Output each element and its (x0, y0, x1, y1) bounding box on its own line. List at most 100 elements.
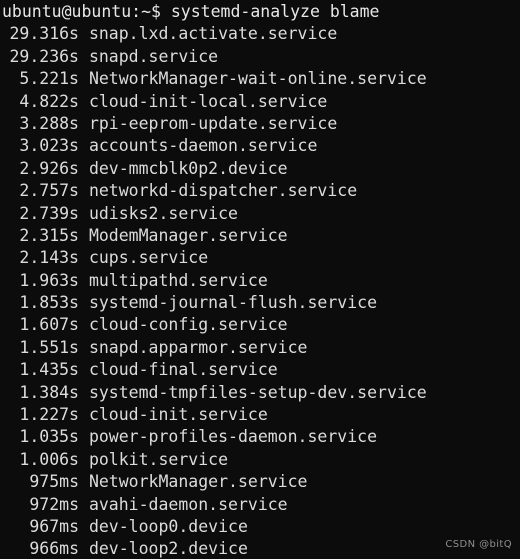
blame-time: 2.143s (19, 248, 79, 268)
blame-row: 1.551s snapd.apparmor.service (2, 337, 520, 359)
blame-unit-name: cloud-final.service (88, 360, 278, 380)
blame-unit-name: cups.service (88, 248, 209, 268)
blame-column-gap (79, 539, 89, 558)
blame-time: 4.822s (19, 91, 79, 111)
blame-time: 2.315s (19, 225, 79, 245)
blame-unit-name: power-profiles-daemon.service (88, 427, 378, 447)
blame-unit-name: systemd-tmpfiles-setup-dev.service (88, 382, 427, 402)
blame-column-gap (79, 24, 89, 43)
blame-time: 1.227s (19, 405, 79, 425)
blame-column-gap (79, 450, 89, 469)
blame-column-gap (79, 114, 89, 133)
blame-row: 1.384s systemd-tmpfiles-setup-dev.servic… (2, 382, 520, 404)
blame-unit-name: rpi-eeprom-update.service (88, 113, 338, 133)
blame-row: 5.221s NetworkManager-wait-online.servic… (2, 68, 520, 90)
blame-row: 2.315s ModemManager.service (2, 225, 520, 247)
blame-row: 966ms dev-loop2.device (2, 538, 520, 559)
blame-column-gap (79, 472, 89, 491)
blame-row: 967ms dev-loop0.device (2, 516, 520, 538)
blame-unit-name: dev-mmcblk0p2.device (88, 158, 288, 178)
blame-unit-name: cloud-init-local.service (88, 91, 328, 111)
blame-row: 3.023s accounts-daemon.service (2, 135, 520, 157)
blame-column-gap (79, 315, 89, 334)
blame-row: 975ms NetworkManager.service (2, 471, 520, 493)
blame-unit-name: multipathd.service (88, 270, 268, 290)
blame-unit-name: accounts-daemon.service (88, 136, 318, 156)
blame-time: 5.221s (19, 69, 79, 89)
blame-row: 1.963s multipathd.service (2, 270, 520, 292)
blame-time: 1.551s (19, 337, 79, 357)
blame-row: 2.739s udisks2.service (2, 203, 520, 225)
blame-column-gap (79, 159, 89, 178)
blame-column-gap (79, 69, 89, 88)
blame-unit-name: cloud-config.service (88, 315, 288, 335)
blame-column-gap (79, 338, 89, 357)
terminal-window[interactable]: ubuntu@ubuntu:~$ systemd-analyze blame 2… (0, 0, 520, 559)
blame-unit-name: NetworkManager.service (88, 472, 308, 492)
blame-unit-name: polkit.service (88, 449, 229, 469)
blame-column-gap (79, 92, 89, 111)
blame-unit-name: udisks2.service (88, 203, 238, 223)
blame-column-gap (79, 47, 89, 66)
blame-row: 29.316s snap.lxd.activate.service (2, 23, 520, 45)
blame-column-gap (79, 293, 89, 312)
blame-time: 29.236s (9, 46, 79, 66)
blame-column-gap (79, 360, 89, 379)
blame-column-gap (79, 136, 89, 155)
blame-column-gap (79, 427, 89, 446)
blame-row: 3.288s rpi-eeprom-update.service (2, 113, 520, 135)
blame-column-gap (79, 495, 89, 514)
blame-time: 972ms (29, 494, 79, 514)
terminal-output-area[interactable]: ubuntu@ubuntu:~$ systemd-analyze blame 2… (0, 0, 520, 559)
blame-column-gap (79, 248, 89, 267)
shell-prompt-line: ubuntu@ubuntu:~$ systemd-analyze blame (2, 2, 380, 21)
blame-row: 2.926s dev-mmcblk0p2.device (2, 158, 520, 180)
blame-column-gap (79, 181, 89, 200)
blame-time: 1.963s (19, 270, 79, 290)
blame-time: 1.035s (19, 427, 79, 447)
blame-unit-name: cloud-init.service (88, 405, 268, 425)
blame-time: 3.288s (19, 113, 79, 133)
blame-unit-name: systemd-journal-flush.service (88, 293, 378, 313)
blame-row: 1.006s polkit.service (2, 449, 520, 471)
blame-column-gap (79, 204, 89, 223)
blame-unit-name: dev-loop0.device (88, 516, 248, 536)
blame-time: 967ms (29, 516, 79, 536)
blame-row: 1.035s power-profiles-daemon.service (2, 426, 520, 448)
watermark-text: CSDN @bitQ (445, 538, 512, 550)
blame-unit-name: snapd.service (88, 46, 219, 66)
systemd-blame-list: 29.316s snap.lxd.activate.service 29.236s… (2, 23, 520, 559)
blame-time: 975ms (29, 472, 79, 492)
blame-row: 4.822s cloud-init-local.service (2, 91, 520, 113)
blame-time: 29.316s (9, 24, 79, 44)
blame-row: 1.227s cloud-init.service (2, 404, 520, 426)
blame-row: 1.853s systemd-journal-flush.service (2, 292, 520, 314)
blame-time: 2.739s (19, 203, 79, 223)
blame-time: 1.384s (19, 382, 79, 402)
blame-column-gap (79, 517, 89, 536)
blame-unit-name: avahi-daemon.service (88, 494, 288, 514)
blame-unit-name: dev-loop2.device (88, 539, 248, 559)
blame-column-gap (79, 226, 89, 245)
blame-unit-name: snapd.apparmor.service (88, 337, 308, 357)
blame-row: 1.435s cloud-final.service (2, 359, 520, 381)
blame-time: 1.006s (19, 449, 79, 469)
blame-row: 29.236s snapd.service (2, 46, 520, 68)
blame-row: 972ms avahi-daemon.service (2, 494, 520, 516)
blame-time: 1.853s (19, 293, 79, 313)
blame-unit-name: networkd-dispatcher.service (88, 181, 358, 201)
blame-row: 2.143s cups.service (2, 247, 520, 269)
blame-time: 3.023s (19, 136, 79, 156)
blame-time: 2.757s (19, 181, 79, 201)
blame-unit-name: snap.lxd.activate.service (88, 24, 338, 44)
blame-time: 1.607s (19, 315, 79, 335)
blame-row: 1.607s cloud-config.service (2, 314, 520, 336)
blame-time: 2.926s (19, 158, 79, 178)
blame-row: 2.757s networkd-dispatcher.service (2, 180, 520, 202)
blame-time: 966ms (29, 539, 79, 559)
blame-time: 1.435s (19, 360, 79, 380)
blame-unit-name: ModemManager.service (88, 225, 288, 245)
blame-column-gap (79, 271, 89, 290)
blame-column-gap (79, 383, 89, 402)
blame-unit-name: NetworkManager-wait-online.service (88, 69, 427, 89)
